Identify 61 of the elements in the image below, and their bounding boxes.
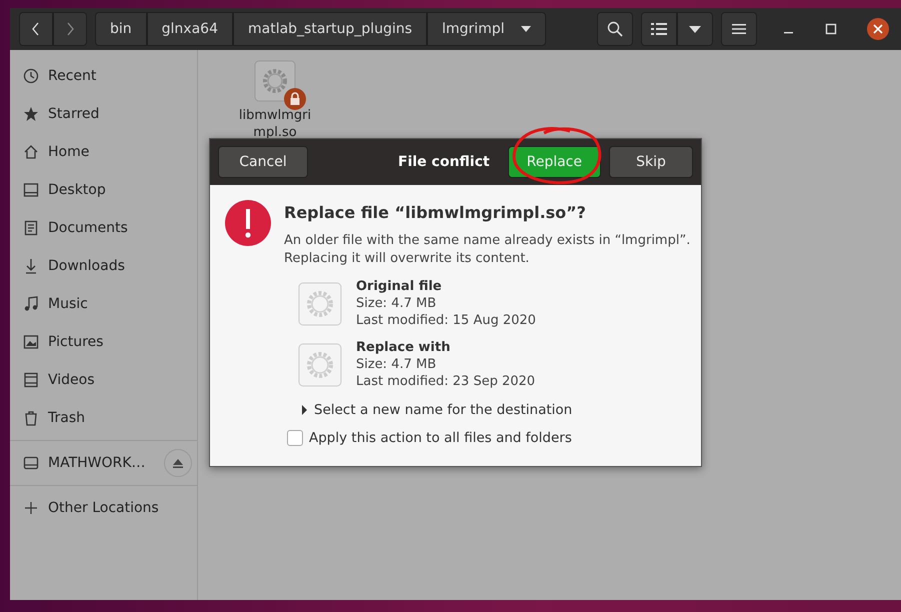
star-icon: [23, 106, 39, 122]
doc-icon: [23, 220, 39, 236]
home-icon: [23, 144, 39, 160]
music-icon: [23, 296, 39, 312]
plus-icon: [23, 500, 39, 516]
list-icon: [651, 22, 667, 36]
file-info-title: Original file: [356, 278, 443, 295]
video-icon: [23, 372, 39, 388]
drive-icon: [23, 455, 39, 471]
menu-icon: [732, 23, 746, 35]
picture-icon: [23, 334, 39, 350]
collapsed-arrow-icon: [300, 405, 308, 415]
skip-button[interactable]: Skip: [609, 146, 693, 178]
back-button[interactable]: [19, 12, 53, 46]
dialog-heading: Replace file “libmwlmgrimpl.so”?: [284, 203, 587, 222]
gear-file-icon: [298, 342, 342, 386]
menu-button[interactable]: [721, 12, 757, 46]
apply-all-checkbox[interactable]: Apply this action to all files and folders: [287, 430, 701, 446]
rename-expander[interactable]: Select a new name for the destination: [300, 402, 694, 418]
list-view-button[interactable]: [641, 12, 677, 46]
sidebar-item[interactable]: Home: [10, 133, 197, 171]
sidebar-item[interactable]: Other Locations: [10, 489, 197, 527]
path-segment[interactable]: lmgrimpl: [427, 12, 546, 46]
sidebar-item[interactable]: Music: [10, 285, 197, 323]
file-modified-date: Last modified: 15 Aug 2020: [356, 312, 536, 329]
caret-icon: [689, 26, 701, 32]
search-button[interactable]: [597, 12, 633, 46]
desktop-icon: [23, 182, 39, 198]
sidebar-item[interactable]: Starred: [10, 95, 197, 133]
eject-icon: [173, 458, 184, 468]
maximize-icon[interactable]: [825, 23, 837, 35]
trash-icon: [23, 410, 39, 426]
search-icon: [607, 21, 623, 37]
path-segment[interactable]: glnxa64: [146, 12, 233, 46]
eject-button[interactable]: [164, 449, 192, 477]
view-options-button[interactable]: [677, 12, 713, 46]
sidebar-item[interactable]: Documents: [10, 209, 197, 247]
sidebar-item[interactable]: Pictures: [10, 323, 197, 361]
file-item[interactable]: libmwlmgrimpl.so: [230, 60, 320, 141]
gear-file-icon: [254, 60, 296, 102]
sidebar-item[interactable]: MATHWORK…: [10, 444, 197, 482]
clock-icon: [23, 68, 39, 84]
caret-icon: [520, 26, 530, 32]
dialog-title: File conflict: [398, 154, 490, 170]
gear-file-icon: [298, 282, 342, 326]
file-size: Size: 4.7 MB: [356, 295, 438, 312]
path-segment[interactable]: bin: [95, 12, 147, 46]
sidebar-item[interactable]: Videos: [10, 361, 197, 399]
sidebar-item[interactable]: Trash: [10, 399, 197, 437]
cancel-button[interactable]: Cancel: [218, 146, 308, 178]
file-modified-date: Last modified: 23 Sep 2020: [356, 373, 536, 390]
close-icon[interactable]: [867, 18, 889, 40]
file-size: Size: 4.7 MB: [356, 356, 438, 373]
file-info-title: Replace with: [356, 339, 452, 356]
sidebar-item[interactable]: Downloads: [10, 247, 197, 285]
download-icon: [23, 258, 39, 274]
sidebar-item[interactable]: Desktop: [10, 171, 197, 209]
warning-icon: [224, 199, 272, 247]
path-segment[interactable]: matlab_startup_plugins: [232, 12, 428, 46]
dialog-message: An older file with the same name already exists in “lmgrimpl”. Replacing it will overwrite its content.: [284, 232, 692, 268]
sidebar-item[interactable]: Recent: [10, 57, 197, 95]
